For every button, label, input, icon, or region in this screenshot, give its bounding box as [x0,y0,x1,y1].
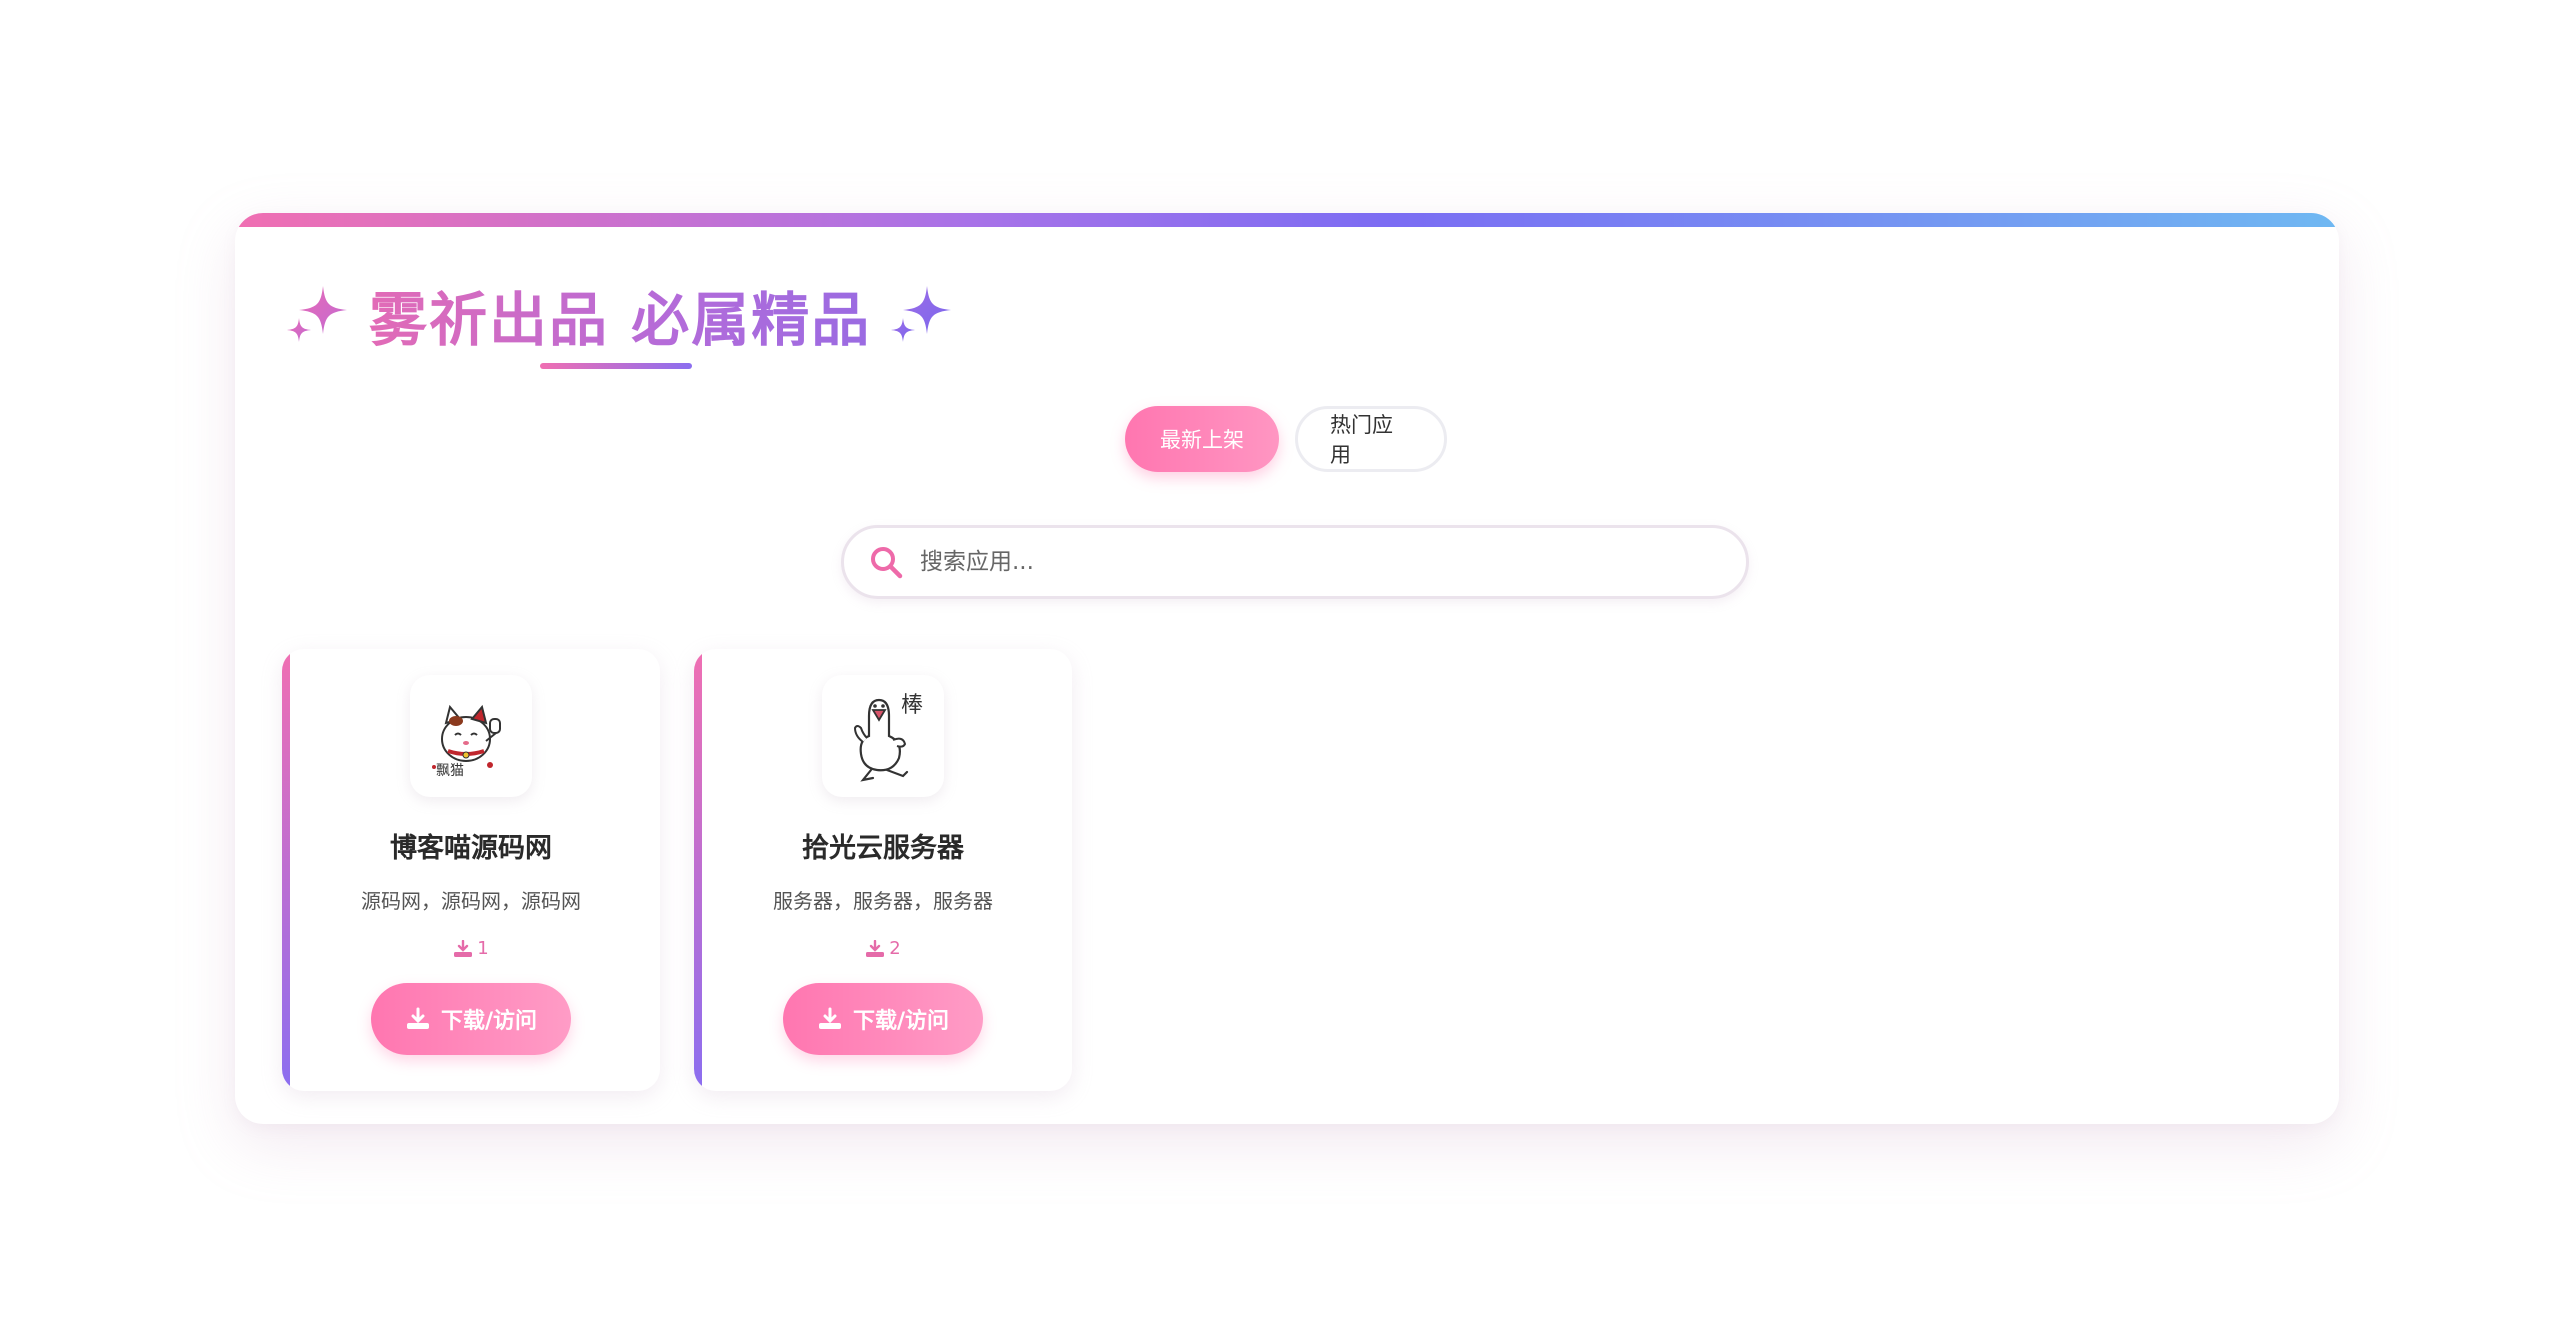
download-icon [818,1007,841,1029]
page-title: 雾祈出品 必属精品 [369,273,871,357]
search-icon [871,547,903,579]
tab-popular[interactable]: 热门应用 [1295,406,1447,472]
tab-latest[interactable]: 最新上架 [1125,406,1279,472]
app-card: 飘猫 博客喵源码网 源码网，源码网，源码网 1 下载/访问 [282,649,660,1091]
lucky-cat-icon: 飘猫 [410,675,532,797]
sparkles-icon [891,286,952,342]
sparkles-icon [287,286,347,342]
download-count: 2 [694,938,1072,959]
download-visit-button[interactable]: 下载/访问 [371,983,571,1055]
app-name: 拾光云服务器 [802,833,964,864]
download-visit-button[interactable]: 下载/访问 [783,983,983,1055]
tab-bar: 最新上架 热门应用 [1125,406,1447,472]
app-card: 棒 拾光云服务器 服务器，服务器，服务器 2 下载/访问 [694,649,1072,1091]
title-underline [540,363,692,369]
download-icon [406,1007,429,1029]
goose-thumbs-up-icon: 棒 [822,675,944,797]
gradient-top-bar [235,213,2339,227]
app-name: 博客喵源码网 [390,833,552,864]
download-count-value: 1 [477,938,489,959]
app-description: 源码网，源码网，源码网 [361,889,581,913]
svg-text:飘猫: 飘猫 [436,763,464,779]
download-icon [454,939,473,957]
card-accent-bar [282,649,290,1091]
search-input[interactable] [918,548,1702,576]
card-accent-bar [694,649,702,1091]
app-description: 服务器，服务器，服务器 [773,889,993,913]
app-card-grid: 飘猫 博客喵源码网 源码网，源码网，源码网 1 下载/访问 棒 拾光云服务器 服… [282,649,1072,1091]
search-bar [841,525,1749,599]
download-button-label: 下载/访问 [852,1009,950,1034]
download-icon [866,939,885,957]
svg-text:棒: 棒 [901,693,923,718]
download-count-value: 2 [889,938,901,959]
download-button-label: 下载/访问 [440,1009,538,1034]
download-count: 1 [282,938,660,959]
page-title-row: 雾祈出品 必属精品 [285,275,955,355]
app-store-panel: 雾祈出品 必属精品 最新上架 热门应用 搜索应用... 飘猫 博客喵源码网 源码… [235,213,2339,1124]
